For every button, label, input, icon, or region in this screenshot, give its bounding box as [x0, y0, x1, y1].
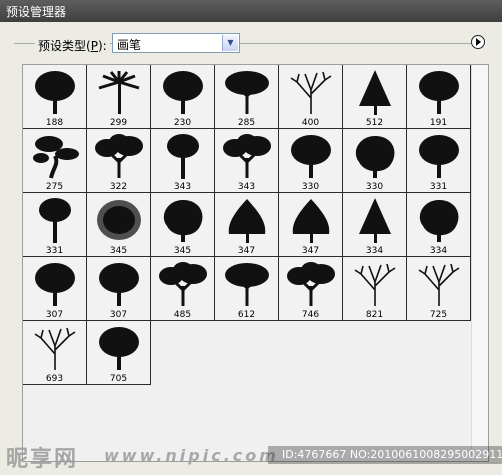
brush-size-label: 191 [429, 118, 448, 128]
preset-type-label-key: P [90, 39, 98, 53]
brush-size-label: 330 [365, 182, 384, 192]
brush-size-label: 485 [173, 310, 192, 320]
brush-preset-item[interactable]: 347 [215, 193, 279, 257]
preset-type-label: 预设类型(P): [35, 37, 110, 54]
brush-size-label: 347 [301, 246, 320, 256]
brush-preset-item[interactable]: 331 [407, 129, 471, 193]
brush-size-label: 188 [45, 118, 64, 128]
brush-preset-item[interactable]: 693 [23, 321, 87, 385]
brush-preset-item[interactable]: 725 [407, 257, 471, 321]
brush-preset-item[interactable]: 275 [23, 129, 87, 193]
brush-preset-item[interactable]: 322 [87, 129, 151, 193]
window-title: 预设管理器 [6, 5, 67, 19]
brush-preset-item[interactable]: 188 [23, 65, 87, 129]
brush-preset-item[interactable]: 334 [343, 193, 407, 257]
brush-preset-item[interactable]: 343 [215, 129, 279, 193]
brush-size-label: 230 [173, 118, 192, 128]
vertical-scrollbar[interactable] [471, 65, 488, 461]
watermark-id: ID:4767667 NO:20100610082950029117 [268, 446, 502, 464]
brush-size-label: 345 [109, 246, 128, 256]
brush-size-label: 705 [109, 374, 128, 384]
brush-preset-item[interactable]: 485 [151, 257, 215, 321]
brush-preset-item[interactable]: 330 [343, 129, 407, 193]
brush-preset-item[interactable]: 746 [279, 257, 343, 321]
brush-size-label: 322 [109, 182, 128, 192]
brush-preset-item[interactable]: 512 [343, 65, 407, 129]
brush-preset-item[interactable]: 334 [407, 193, 471, 257]
panel-menu-button[interactable] [471, 35, 485, 49]
brush-size-label: 307 [45, 310, 64, 320]
brush-size-label: 345 [173, 246, 192, 256]
brush-preset-item[interactable]: 612 [215, 257, 279, 321]
brush-preset-item[interactable]: 821 [343, 257, 407, 321]
brush-size-label: 330 [301, 182, 320, 192]
chevron-down-icon[interactable]: ▼ [222, 35, 238, 51]
brush-size-label: 347 [237, 246, 256, 256]
brush-size-label: 343 [237, 182, 256, 192]
brush-preset-item[interactable]: 347 [279, 193, 343, 257]
brush-preset-item[interactable]: 307 [23, 257, 87, 321]
brush-preset-item[interactable]: 705 [87, 321, 151, 385]
brush-preset-item[interactable]: 343 [151, 129, 215, 193]
brush-size-label: 746 [301, 310, 320, 320]
brush-size-label: 512 [365, 118, 384, 128]
brush-size-label: 331 [45, 246, 64, 256]
brush-size-label: 275 [45, 182, 64, 192]
brush-size-label: 285 [237, 118, 256, 128]
brush-size-label: 334 [365, 246, 384, 256]
play-arrow-icon [476, 38, 481, 46]
brush-size-label: 821 [365, 310, 384, 320]
watermark-id-text: ID:4767667 NO:20100610082950029117 [282, 448, 502, 461]
brush-preset-item[interactable]: 345 [151, 193, 215, 257]
brush-size-label: 725 [429, 310, 448, 320]
preset-type-value: 画笔 [117, 38, 142, 52]
brush-size-label: 299 [109, 118, 128, 128]
brush-size-label: 400 [301, 118, 320, 128]
watermark-logo: 昵享网 [6, 446, 79, 472]
preset-type-label-end: ): [97, 39, 107, 53]
brush-preset-item[interactable]: 299 [87, 65, 151, 129]
brush-preset-item[interactable]: 285 [215, 65, 279, 129]
preset-type-select[interactable]: 画笔 ▼ [112, 33, 240, 53]
brush-preset-item[interactable]: 330 [279, 129, 343, 193]
brush-size-label: 693 [45, 374, 64, 384]
brush-size-label: 612 [237, 310, 256, 320]
brush-preset-item[interactable]: 331 [23, 193, 87, 257]
brush-preset-panel: 188 299 230 285 400 512 191 275 322 343 343 330 330 3… [22, 64, 489, 462]
brush-preset-item[interactable]: 191 [407, 65, 471, 129]
brush-size-label: 307 [109, 310, 128, 320]
brush-preset-item[interactable]: 230 [151, 65, 215, 129]
brush-preset-item[interactable]: 307 [87, 257, 151, 321]
brush-size-label: 331 [429, 182, 448, 192]
watermark-url: www.nipic.com [104, 446, 279, 465]
preset-type-label-main: 预设类型( [38, 39, 91, 53]
brush-preset-item[interactable]: 345 [87, 193, 151, 257]
brush-size-label: 343 [173, 182, 192, 192]
brush-size-label: 334 [429, 246, 448, 256]
brush-preset-item[interactable]: 400 [279, 65, 343, 129]
title-bar: 预设管理器 [0, 0, 502, 22]
